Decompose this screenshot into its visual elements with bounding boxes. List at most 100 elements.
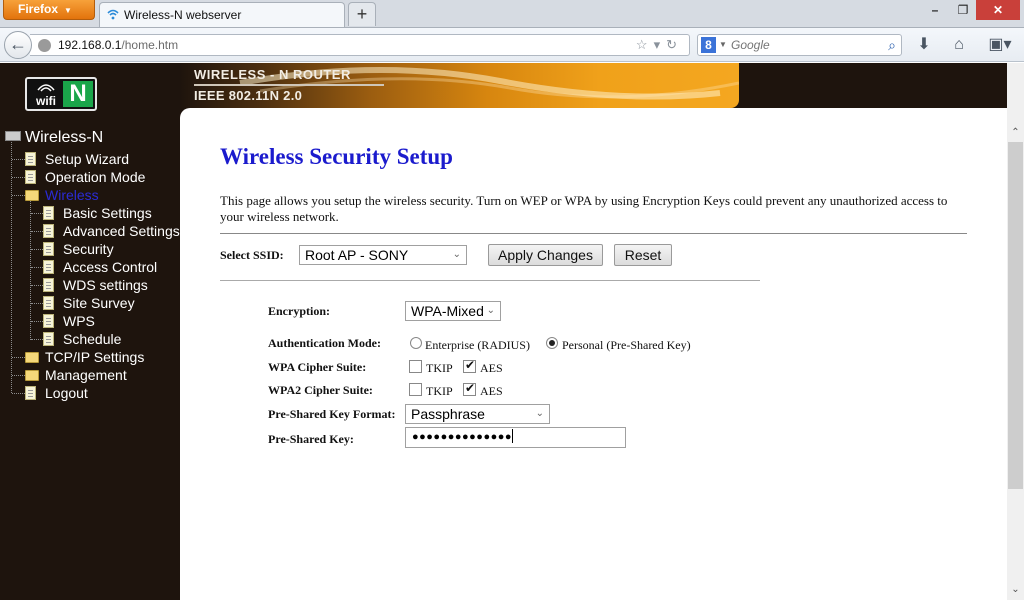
downloads-icon[interactable]: ⬇: [913, 35, 935, 57]
auth-personal-radio[interactable]: [546, 337, 558, 349]
maximize-button[interactable]: ❐: [948, 0, 978, 20]
tree-guide-line: [31, 213, 43, 214]
tree-guide-line: [12, 195, 25, 196]
document-icon: [43, 332, 54, 346]
encryption-select-value: WPA-Mixed: [411, 303, 484, 319]
minimize-button[interactable]: –: [920, 0, 950, 20]
tree-root[interactable]: Wireless-N: [5, 128, 103, 148]
router-icon: [5, 131, 21, 141]
sidebar-item-label: Security: [63, 241, 114, 257]
sidebar-item-label: Setup Wizard: [45, 151, 130, 167]
back-button[interactable]: ←: [4, 31, 32, 59]
logo-wifi-text: wifi: [36, 94, 56, 108]
url-bar[interactable]: 192.168.0.1/home.htm ☆▾↻: [30, 34, 690, 56]
banner-divider: [194, 84, 384, 86]
sidebar-item-label: Logout: [45, 385, 88, 401]
navigation-toolbar: 192.168.0.1/home.htm ☆▾↻ ← 8 ▼ ⌕ ⬇ ⌂ ▣▾: [0, 27, 1024, 62]
google-engine-icon[interactable]: 8: [701, 37, 716, 53]
history-dropdown-icon[interactable]: ▾: [654, 37, 667, 52]
psk-label: Pre-Shared Key:: [268, 432, 354, 446]
document-icon: [25, 170, 36, 184]
ssid-select[interactable]: Root AP - SONY ⌄: [299, 245, 467, 265]
tab-wireless-n-webserver[interactable]: Wireless-N webserver: [99, 2, 345, 27]
divider: [220, 280, 760, 281]
wifi-signal-icon: [37, 84, 55, 92]
sidebar-item-label: Wireless: [45, 187, 99, 203]
router-page: wifi N WIRELESS - N ROUTER IEEE 802.11N …: [0, 63, 1024, 600]
reload-icon[interactable]: ↻: [666, 37, 683, 52]
bookmarks-menu-icon[interactable]: ▣▾: [984, 35, 1016, 57]
home-icon[interactable]: ⌂: [948, 35, 970, 57]
wifi-favicon-icon: [107, 9, 119, 20]
header-banner: WIRELESS - N ROUTER IEEE 802.11N 2.0: [180, 63, 739, 108]
wpa-cipher-label: WPA Cipher Suite:: [268, 360, 367, 374]
bookmark-star-icon[interactable]: ☆: [636, 37, 654, 52]
tree-guide-line: [31, 249, 43, 250]
folder-icon: [25, 370, 39, 381]
search-bar[interactable]: 8 ▼ ⌕: [697, 34, 902, 56]
auth-personal-label: Personal (Pre-Shared Key): [562, 338, 691, 352]
logo-n-text: N: [63, 81, 93, 107]
reset-button[interactable]: Reset: [614, 244, 672, 266]
page-title: Wireless Security Setup: [220, 144, 453, 169]
auth-enterprise-radio[interactable]: [410, 337, 422, 349]
close-window-button[interactable]: ✕: [976, 0, 1020, 20]
back-arrow-icon: ←: [9, 34, 27, 54]
scroll-up-icon[interactable]: ⌃: [1007, 125, 1024, 141]
document-icon: [43, 296, 54, 310]
sidebar-item-label: Operation Mode: [45, 169, 146, 185]
tab-title: Wireless-N webserver: [124, 8, 242, 22]
wpa2-cipher-label: WPA2 Cipher Suite:: [268, 383, 373, 397]
wifi-n-logo: wifi N: [25, 77, 97, 111]
sidebar-item-label: Basic Settings: [63, 205, 152, 221]
wpa2-aes-label: AES: [480, 384, 503, 398]
document-icon: [25, 386, 36, 400]
new-tab-button[interactable]: +: [348, 2, 376, 26]
scroll-thumb[interactable]: [1008, 142, 1023, 489]
chevron-down-icon: ⌄: [486, 305, 495, 316]
search-input[interactable]: [731, 36, 876, 54]
scroll-down-icon[interactable]: ⌄: [1007, 582, 1024, 598]
text-cursor: [512, 429, 514, 443]
apply-changes-button[interactable]: Apply Changes: [488, 244, 603, 266]
engine-dropdown-icon[interactable]: ▼: [719, 35, 727, 55]
tree-guide-line: [31, 303, 43, 304]
tree-guide-line: [31, 285, 43, 286]
wpa-tkip-checkbox[interactable]: [409, 360, 422, 373]
search-icon[interactable]: ⌕: [888, 35, 896, 55]
ssid-label: Select SSID:: [220, 248, 284, 262]
document-icon: [43, 242, 54, 256]
wpa2-aes-checkbox[interactable]: [463, 381, 476, 396]
page-description: This page allows you setup the wireless …: [220, 193, 948, 224]
tree-guide-line: [30, 200, 31, 340]
document-icon: [43, 224, 54, 238]
ssid-select-value: Root AP - SONY: [305, 247, 409, 263]
sidebar-item-label: WDS settings: [63, 277, 148, 293]
document-icon: [43, 206, 54, 220]
tree-guide-line: [12, 357, 25, 358]
tree-root-label: Wireless-N: [25, 129, 104, 146]
wpa-tkip-label: TKIP: [426, 361, 453, 375]
globe-icon: [38, 39, 51, 52]
sidebar-item-label: WPS: [63, 313, 95, 329]
psk-input[interactable]: ●●●●●●●●●●●●●●: [405, 427, 626, 448]
firefox-menu-label: Firefox: [18, 2, 59, 16]
psk-format-select[interactable]: Passphrase ⌄: [405, 404, 550, 424]
tree-guide-line: [12, 177, 25, 178]
encryption-label: Encryption:: [268, 304, 331, 318]
tree-guide-line: [12, 393, 25, 394]
wpa2-tkip-checkbox[interactable]: [409, 383, 422, 396]
banner-subtitle: IEEE 802.11N 2.0: [194, 88, 303, 103]
tree-guide-line: [31, 231, 43, 232]
tree-guide-line: [31, 267, 43, 268]
wpa-aes-checkbox[interactable]: [463, 358, 476, 373]
vertical-scrollbar[interactable]: ⌃ ⌄: [1007, 63, 1024, 600]
encryption-select[interactable]: WPA-Mixed ⌄: [405, 301, 501, 321]
tree-guide-line: [31, 321, 43, 322]
url-host: 192.168.0.1: [58, 38, 122, 52]
sidebar-item-label: Advanced Settings: [63, 223, 180, 239]
document-icon: [43, 260, 54, 274]
banner-title: WIRELESS - N ROUTER: [194, 67, 351, 82]
tree-guide-line: [31, 339, 43, 340]
firefox-menu-button[interactable]: Firefox ▼: [3, 0, 95, 20]
